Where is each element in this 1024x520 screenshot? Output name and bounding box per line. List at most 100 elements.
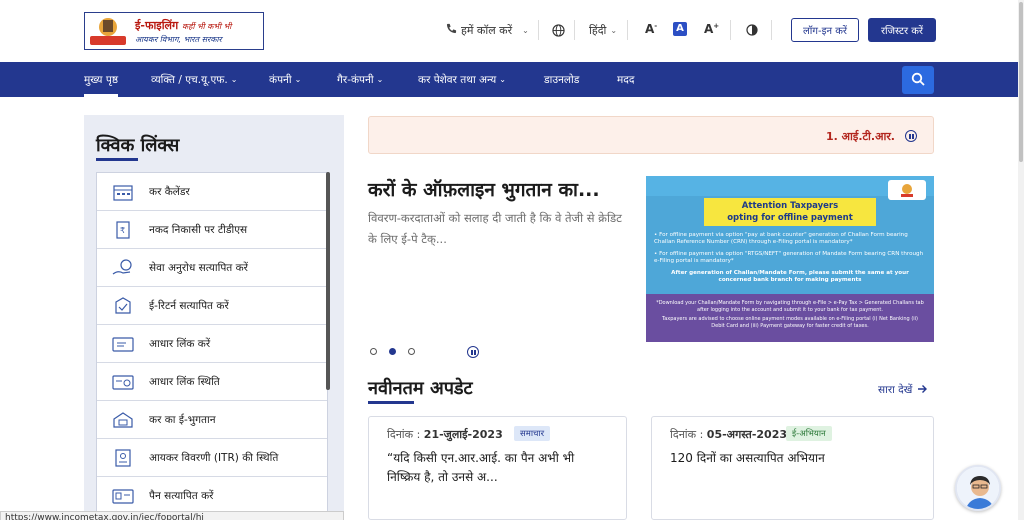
quick-links-list: कर कैलेंडर ₹ नकद निकासी पर टीडीएस सेवा अ… — [96, 172, 328, 516]
quick-link-link-aadhaar[interactable]: आधार लिंक करें — [97, 325, 327, 363]
logo-subtitle: आयकर विभाग, भारत सरकार — [135, 34, 222, 44]
language-select[interactable]: हिंदी ⌄ — [589, 20, 617, 40]
quick-links-scrollbar[interactable] — [326, 172, 330, 390]
aadhaar-status-icon — [111, 372, 135, 392]
everify-icon — [111, 296, 135, 316]
register-button[interactable]: रजिस्टर करें — [868, 18, 936, 42]
nav-company[interactable]: कंपनी ⌄ — [269, 62, 301, 97]
carousel-dot-active[interactable] — [389, 348, 396, 355]
quick-link-label: आधार लिंक करें — [149, 337, 211, 350]
update-card[interactable]: दिनांक : 05-अगस्त-2023 ई-अभियान 120 दिनो… — [651, 416, 934, 520]
chevron-down-icon: ⌄ — [230, 75, 238, 84]
emblem-icon — [888, 180, 926, 200]
nav-downloads[interactable]: डाउनलोड — [544, 62, 579, 97]
update-text: 120 दिनों का असत्यापित अभियान — [670, 451, 825, 465]
logo-tagline: कहीं भी कभी भी — [182, 21, 232, 31]
font-increase-button[interactable]: A+ — [704, 22, 719, 36]
see-all-link[interactable]: सारा देखें — [878, 383, 928, 397]
calendar-icon — [111, 182, 135, 202]
page-scrollbar-thumb[interactable] — [1019, 2, 1023, 162]
quick-link-itr-status[interactable]: आयकर विवरणी (ITR) की स्थिति — [97, 439, 327, 477]
verify-pan-icon — [111, 486, 135, 506]
chevron-down-icon: ⌄ — [499, 75, 506, 84]
update-tag-campaign: ई-अभियान — [786, 426, 832, 441]
cash-withdrawal-icon: ₹ — [111, 220, 135, 240]
quick-link-label: कर का ई-भुगतान — [149, 413, 216, 426]
phone-icon — [446, 23, 457, 37]
quick-link-service-request[interactable]: सेवा अनुरोध सत्यापित करें — [97, 249, 327, 287]
nav-tax-professionals[interactable]: कर पेशेवर तथा अन्य ⌄ — [418, 62, 506, 97]
update-date: दिनांक : 05-अगस्त-2023 — [670, 428, 787, 441]
title-underline — [368, 401, 414, 404]
efiling-logo[interactable]: ई-फाइलिंग कहीं भी कभी भी आयकर विभाग, भार… — [84, 12, 264, 50]
globe-icon[interactable] — [552, 20, 565, 40]
logo-title: ई-फाइलिंग — [135, 18, 179, 32]
call-us-label: हमें कॉल करें — [461, 23, 513, 37]
quick-link-label: नकद निकासी पर टीडीएस — [149, 223, 248, 236]
quick-link-tax-calendar[interactable]: कर कैलेंडर — [97, 173, 327, 211]
chevron-down-icon: ⌄ — [522, 25, 529, 35]
call-us-menu[interactable]: हमें कॉल करें ⌄ — [446, 20, 529, 40]
quick-link-label: सेवा अनुरोध सत्यापित करें — [149, 261, 248, 274]
image-footer-text: *Download your Challan/Mandate Form by n… — [646, 294, 934, 342]
quick-link-aadhaar-status[interactable]: आधार लिंक स्थिति — [97, 363, 327, 401]
search-button[interactable] — [902, 66, 934, 94]
arrow-right-icon — [917, 384, 928, 397]
nav-non-company[interactable]: गैर-कंपनी ⌄ — [337, 62, 383, 97]
divider — [538, 20, 539, 40]
update-text: “यदि किसी एन.आर.आई. का पैन अभी भी निष्क्… — [387, 451, 575, 484]
language-label: हिंदी — [589, 23, 607, 37]
quick-link-verify-pan[interactable]: पैन सत्यापित करें — [97, 477, 327, 515]
chevron-down-icon: ⌄ — [294, 75, 302, 84]
carousel-dots — [370, 348, 415, 355]
quick-link-label: पैन सत्यापित करें — [149, 490, 214, 502]
carousel-description: विवरण-करदाताओं को सलाह दी जाती है कि वे … — [368, 208, 646, 250]
nav-individual-huf[interactable]: व्यक्ति / एच.यू.एफ. ⌄ — [151, 62, 237, 97]
browser-status-url: https://www.incometax.gov.in/iec/foporta… — [0, 511, 344, 520]
divider — [730, 20, 731, 40]
nav-help[interactable]: मदद — [617, 62, 634, 97]
carousel-pause-icon[interactable] — [467, 346, 479, 358]
service-request-icon — [111, 258, 135, 278]
updates-title: नवीनतम अपडेट — [368, 378, 473, 399]
contrast-toggle-icon[interactable] — [746, 20, 758, 40]
carousel-image[interactable]: Attention Taxpayers opting for offline p… — [646, 176, 934, 342]
carousel-description-line: के लिए ई-पे टैक्... — [368, 232, 447, 246]
emblem-icon — [85, 13, 131, 49]
update-date: दिनांक : 21-जुलाई-2023 — [387, 428, 503, 441]
announcement-ticker: 1. आई.टी.आर. — [368, 116, 934, 154]
aadhaar-link-icon — [111, 334, 135, 354]
quick-link-label: ई-रिटर्न सत्यापित करें — [149, 299, 229, 312]
carousel-dot[interactable] — [370, 348, 377, 355]
carousel-dot[interactable] — [408, 348, 415, 355]
chevron-down-icon: ⌄ — [610, 25, 618, 35]
quick-link-label: आधार लिंक स्थिति — [149, 375, 220, 388]
chevron-down-icon: ⌄ — [376, 75, 384, 84]
image-banner: Attention Taxpayers opting for offline p… — [704, 198, 876, 226]
update-tag-news: समाचार — [514, 426, 551, 441]
chatbot-avatar[interactable] — [955, 465, 1001, 511]
svg-text:₹: ₹ — [120, 226, 125, 235]
site-header: ई-फाइलिंग कहीं भी कभी भी आयकर विभाग, भार… — [0, 0, 1018, 62]
quick-link-epay-tax[interactable]: कर का ई-भुगतान — [97, 401, 327, 439]
font-normal-button[interactable]: A — [673, 22, 687, 36]
carousel-description-line: विवरण-करदाताओं को सलाह दी जाती है कि वे … — [368, 211, 622, 225]
search-icon — [911, 71, 925, 90]
nav-home[interactable]: मुख्य पृष्ठ — [84, 62, 118, 97]
title-underline — [96, 158, 138, 161]
divider — [627, 20, 628, 40]
update-card[interactable]: दिनांक : 21-जुलाई-2023 समाचार “यदि किसी … — [368, 416, 627, 520]
divider — [574, 20, 575, 40]
divider — [771, 20, 772, 40]
font-decrease-button[interactable]: A- — [645, 22, 657, 36]
epay-icon — [111, 410, 135, 430]
pause-icon[interactable] — [905, 130, 917, 142]
quick-link-everify[interactable]: ई-रिटर्न सत्यापित करें — [97, 287, 327, 325]
quick-link-label: कर कैलेंडर — [149, 185, 190, 198]
carousel-title[interactable]: करों के ऑफ़लाइन भुगतान का... — [368, 176, 600, 202]
main-nav: मुख्य पृष्ठ व्यक्ति / एच.यू.एफ. ⌄ कंपनी ⌄ … — [0, 62, 1018, 97]
quick-link-label: आयकर विवरणी (ITR) की स्थिति — [149, 451, 279, 464]
ticker-text[interactable]: 1. आई.टी.आर. — [826, 129, 895, 144]
quick-link-tds-cash[interactable]: ₹ नकद निकासी पर टीडीएस — [97, 211, 327, 249]
login-button[interactable]: लॉग-इन करें — [791, 18, 859, 42]
